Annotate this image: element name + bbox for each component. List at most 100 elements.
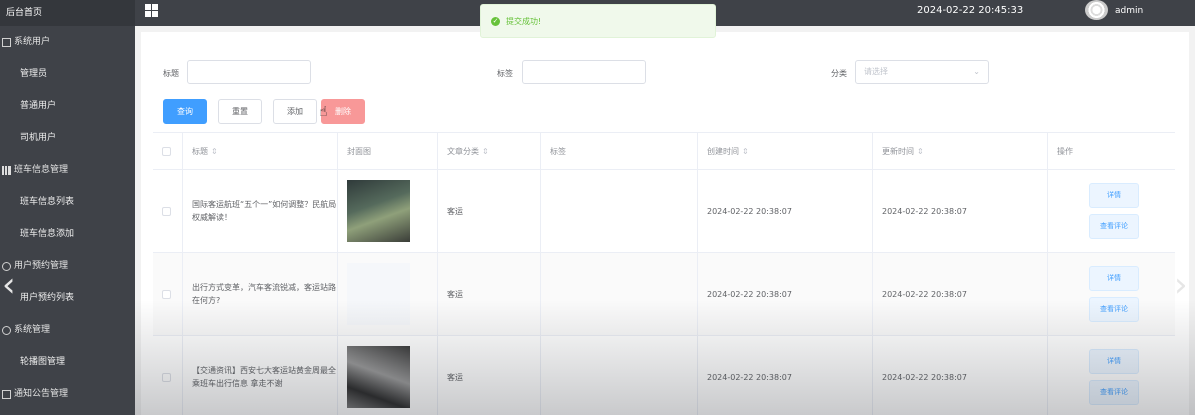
grid-menu-icon[interactable] [145,4,158,17]
sidebar-group-label: 系统管理 [14,325,51,335]
sidebar-group-label: 用户预约管理 [14,261,69,271]
column-header-created[interactable]: 创建时间 ⇕ [698,133,873,169]
check-circle-icon: ✓ [491,16,500,26]
row-title-cell: 出行方式变革，汽车客流锐减，客运站路在何方? [183,253,338,335]
delete-button[interactable]: 删除 [321,99,365,124]
sidebar: 后台首页 系统用户 管理员 普通用户 司机用户 班车信息管理 班车信息列表 班车… [0,0,135,415]
category-filter-label: 分类 [831,69,847,78]
row-tag-cell [541,336,698,415]
reset-button[interactable]: 重置 [218,99,262,124]
table-row: 出行方式变革，汽车客流锐减，客运站路在何方? 客运 2024-02-22 20:… [153,253,1175,336]
notice-icon [2,389,11,399]
row-tag-cell [541,253,698,335]
column-header-label: 标签 [550,146,566,156]
row-actions-cell: 详情 查看评论 [1048,253,1175,335]
row-created-cell: 2024-02-22 20:38:07 [698,336,873,415]
row-select-cell [153,170,183,252]
row-category-cell: 客运 [438,170,541,252]
hand-cursor-icon: ☝ [319,104,328,120]
sidebar-item-bus-add[interactable]: 班车信息添加 [0,218,135,250]
row-actions-cell: 详情 查看评论 [1048,336,1175,415]
column-header-label: 更新时间 [882,146,914,156]
row-select-cell [153,336,183,415]
title-filter-input[interactable] [187,60,311,84]
column-header-label: 操作 [1057,146,1073,156]
row-created-cell: 2024-02-22 20:38:07 [698,170,873,252]
column-header-label: 创建时间 [707,146,739,156]
success-toast: ✓ 提交成功! [480,4,716,38]
header-username[interactable]: admin [1115,0,1143,22]
row-select-cell [153,253,183,335]
sort-icon: ⇕ [211,146,218,156]
table-row: 国际客运航班“五个一”如何调整？民航局权威解读！ 客运 2024-02-22 2… [153,170,1175,253]
category-select[interactable]: 请选择 ⌄ [855,60,989,84]
view-comments-button[interactable]: 查看评论 [1089,297,1139,322]
sidebar-item-bus-list[interactable]: 班车信息列表 [0,186,135,218]
row-checkbox[interactable] [162,372,171,382]
row-title-cell: 【交通资讯】西安七大客运站黄金周最全乘班车出行信息 拿走不谢 [183,336,338,415]
chevron-down-icon: ⌄ [973,67,980,76]
row-updated-cell: 2024-02-22 20:38:07 [873,253,1048,335]
chevron-left-icon[interactable]: ‹ [2,268,16,302]
table-header: 标题 ⇕ 封面图 文章分类 ⇕ 标签 创建时间 ⇕ 更新时间 ⇕ 操作 [153,132,1175,170]
select-all-cell [153,133,183,169]
add-button[interactable]: 添加 [273,99,317,124]
sidebar-item-carousel[interactable]: 轮播图管理 [0,346,135,378]
select-all-checkbox[interactable] [162,146,171,156]
detail-button[interactable]: 详情 [1089,266,1139,291]
view-comments-button[interactable]: 查看评论 [1089,214,1139,239]
sort-icon: ⇕ [917,146,924,156]
detail-button[interactable]: 详情 [1089,183,1139,208]
row-checkbox[interactable] [162,289,171,299]
sidebar-group-system-users[interactable]: 系统用户 [0,26,135,58]
column-header-category[interactable]: 文章分类 ⇕ [438,133,541,169]
sidebar-group-notices[interactable]: 通知公告管理 [0,378,135,410]
row-updated-cell: 2024-02-22 20:38:07 [873,170,1048,252]
row-updated-cell: 2024-02-22 20:38:07 [873,336,1048,415]
sort-icon: ⇕ [482,146,489,156]
column-header-label: 封面图 [347,146,371,156]
column-header-actions: 操作 [1048,133,1175,169]
chevron-right-icon[interactable]: › [1174,268,1188,302]
column-header-tag: 标签 [541,133,698,169]
view-comments-button[interactable]: 查看评论 [1089,380,1139,405]
query-button[interactable]: 查询 [163,99,207,124]
bar-chart-icon [2,165,11,175]
row-category-cell: 客运 [438,253,541,335]
sidebar-home[interactable]: 后台首页 [0,0,135,26]
tag-filter-label: 标签 [497,69,513,78]
articles-table: 标题 ⇕ 封面图 文章分类 ⇕ 标签 创建时间 ⇕ 更新时间 ⇕ 操作 国际客运航班“五… [153,132,1175,415]
column-header-cover: 封面图 [338,133,438,169]
sidebar-item-driver-users[interactable]: 司机用户 [0,122,135,154]
row-title: 国际客运航班“五个一”如何调整？民航局权威解读！ [192,200,337,222]
sidebar-item-normal-users[interactable]: 普通用户 [0,90,135,122]
sidebar-group-label: 通知公告管理 [14,389,69,399]
row-tag-cell [541,170,698,252]
column-header-updated[interactable]: 更新时间 ⇕ [873,133,1048,169]
column-header-title[interactable]: 标题 ⇕ [183,133,338,169]
sidebar-item-reservation-list[interactable]: 用户预约列表 [0,282,135,314]
row-cover-cell [338,253,438,335]
tag-filter-input[interactable] [522,60,646,84]
detail-button[interactable]: 详情 [1089,349,1139,374]
sidebar-group-reservations[interactable]: 用户预约管理 [0,250,135,282]
row-cover-cell [338,336,438,415]
settings-icon [2,325,11,335]
sidebar-item-admin[interactable]: 管理员 [0,58,135,90]
avatar[interactable] [1085,0,1108,20]
sort-icon: ⇕ [742,146,749,156]
row-category-cell: 客运 [438,336,541,415]
sidebar-group-system-settings[interactable]: 系统管理 [0,314,135,346]
row-checkbox[interactable] [162,206,171,216]
row-cover-cell [338,170,438,252]
sidebar-group-label: 班车信息管理 [14,165,69,175]
cover-image [347,346,410,408]
row-title: 【交通资讯】西安七大客运站黄金周最全乘班车出行信息 拿走不谢 [192,366,336,388]
row-title-cell: 国际客运航班“五个一”如何调整？民航局权威解读！ [183,170,338,252]
cover-image [347,180,410,242]
row-created-cell: 2024-02-22 20:38:07 [698,253,873,335]
cover-image [347,263,410,325]
sidebar-group-label: 系统用户 [14,37,51,47]
sidebar-group-bus-info[interactable]: 班车信息管理 [0,154,135,186]
category-select-placeholder: 请选择 [864,67,888,76]
